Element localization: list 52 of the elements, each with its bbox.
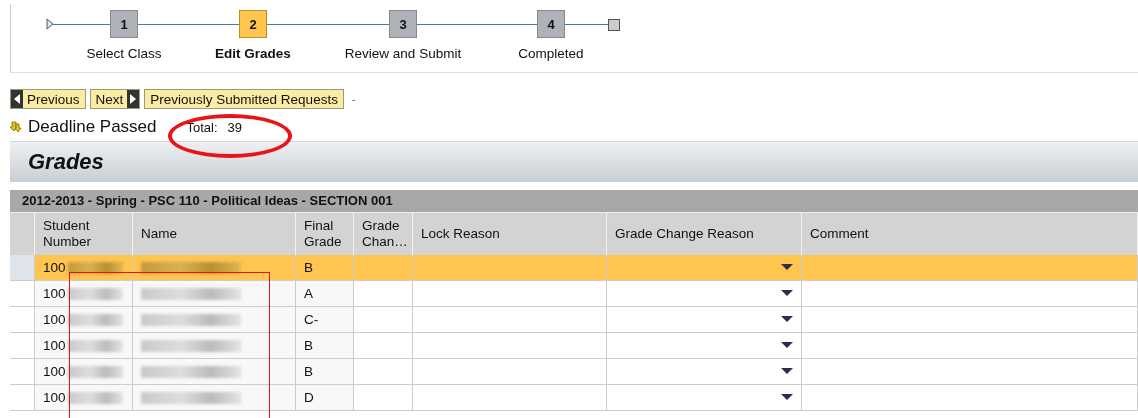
table-cell: 100 (35, 385, 133, 410)
redacted-text-drawing (67, 261, 123, 274)
dropdown-caret-icon (781, 368, 793, 375)
table-cell: 100 (35, 359, 133, 384)
separator-text: - (351, 93, 356, 105)
step-marker[interactable]: 3 (389, 10, 417, 38)
table-row[interactable]: 100 B (10, 359, 1138, 385)
redacted-text-drawing (67, 287, 123, 300)
requests-button[interactable]: Previously Submitted Requests (144, 89, 344, 109)
dropdown-caret-icon (781, 264, 793, 271)
redacted-text-drawing (67, 313, 123, 326)
total-label: Total: (186, 119, 218, 135)
previous-button[interactable]: Previous (10, 89, 86, 109)
end-marker-icon (608, 19, 620, 31)
dropdown-caret-icon (781, 342, 793, 349)
table-cell: C- (296, 307, 354, 332)
total-count: 39 (227, 119, 243, 135)
table-row[interactable]: 100 B (10, 333, 1138, 359)
step-label[interactable]: Review and Submit (344, 46, 462, 61)
redacted-text-drawing (67, 339, 123, 352)
table-cell: B (296, 359, 354, 384)
row-selector[interactable] (10, 255, 35, 280)
dropdown-caret-icon (781, 394, 793, 401)
table-cell: 100 (35, 255, 133, 280)
table-cell: A (296, 281, 354, 306)
dropdown-caret-icon (781, 316, 793, 323)
table-cell: 100 (35, 281, 133, 306)
table-cell: D (296, 385, 354, 410)
arrows-icon (10, 121, 22, 133)
panel-title: Grades (28, 149, 104, 175)
dropdown-caret-icon (781, 290, 793, 297)
table-row[interactable]: 100 D (10, 385, 1138, 411)
start-marker-icon (46, 18, 54, 30)
step-marker[interactable]: 4 (537, 10, 565, 38)
deadline-message: Deadline Passed (28, 117, 157, 137)
table-cell: 100 (35, 307, 133, 332)
redacted-text-drawing (67, 391, 123, 404)
step-label[interactable]: Select Class (86, 46, 162, 61)
table-row[interactable]: 100 C- (10, 307, 1138, 333)
step-label[interactable]: Completed (518, 46, 584, 61)
table-row[interactable]: 100 B (10, 255, 1138, 281)
table-cell: B (296, 333, 354, 358)
step-marker[interactable]: 2 (239, 10, 267, 38)
step-label[interactable]: Edit Grades (215, 46, 291, 61)
table-caption: 2012-2013 - Spring - PSC 110 - Political Ideas - SECTION 001 (10, 190, 1138, 212)
dropdown-cell[interactable] (607, 255, 802, 280)
next-button[interactable]: Next (89, 89, 141, 109)
table-cell: B (296, 255, 354, 280)
redacted-text-drawing (67, 365, 123, 378)
table-cell: 100 (35, 333, 133, 358)
step-marker[interactable]: 1 (110, 10, 138, 38)
table-row[interactable]: 100 A (10, 281, 1138, 307)
